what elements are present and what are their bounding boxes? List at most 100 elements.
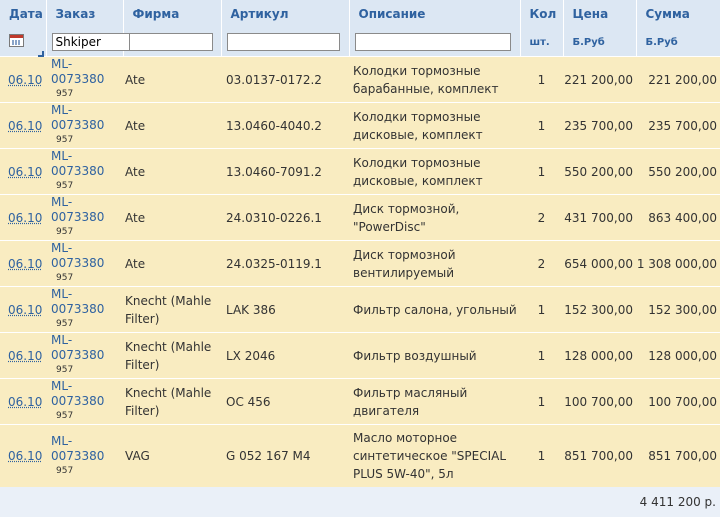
order-link[interactable]: ML-0073380 xyxy=(51,287,123,317)
col-qty-header[interactable]: Кол xyxy=(520,0,564,28)
price-unit: Б.Руб xyxy=(563,28,637,57)
sum-cell: 550 200,00 xyxy=(636,148,720,195)
order-link[interactable]: ML-0073380 xyxy=(51,103,123,133)
qty-cell: 1 xyxy=(520,424,563,487)
sort-arrow-icon[interactable] xyxy=(38,51,44,57)
date-link[interactable]: 06.10 xyxy=(8,449,42,463)
qty-cell: 1 xyxy=(520,148,563,195)
price-cell: 235 700,00 xyxy=(563,102,636,149)
sum-cell: 221 200,00 xyxy=(636,56,720,103)
qty-cell: 2 xyxy=(520,240,563,287)
qty-cell: 1 xyxy=(520,286,563,333)
firm-filter-input[interactable] xyxy=(128,33,213,51)
order-filter-input[interactable] xyxy=(51,33,136,51)
firm-cell: Ate xyxy=(123,56,221,103)
description-cell: Диск тормозной вентилируемый xyxy=(349,240,520,287)
price-cell: 221 200,00 xyxy=(563,56,636,103)
sum-cell: 128 000,00 xyxy=(636,332,720,379)
col-desc-header[interactable]: Описание xyxy=(349,0,521,28)
price-cell: 550 200,00 xyxy=(563,148,636,195)
order-link[interactable]: ML-0073380 xyxy=(51,434,123,464)
description-cell: Фильтр воздушный xyxy=(349,332,520,379)
qty-cell: 1 xyxy=(520,56,563,103)
sum-cell: 863 400,00 xyxy=(636,194,720,241)
table-row: 06.10 ML-0073380 957 Ate 03.0137-0172.2 К… xyxy=(0,56,720,103)
sum-cell: 1 308 000,00 xyxy=(636,240,720,287)
firm-cell: Ate xyxy=(123,194,221,241)
description-cell: Фильтр салона, угольный xyxy=(349,286,520,333)
qty-unit: шт. xyxy=(520,28,564,57)
date-link[interactable]: 06.10 xyxy=(8,211,42,225)
order-sub-number: 957 xyxy=(56,319,74,329)
order-link[interactable]: ML-0073380 xyxy=(51,195,123,225)
qty-cell: 1 xyxy=(520,332,563,379)
table-row: 06.10 ML-0073380 957 VAG G 052 167 M4 Мас… xyxy=(0,424,720,487)
description-cell: Масло моторное синтетическое "SPECIAL PL… xyxy=(349,424,520,487)
sum-cell: 851 700,00 xyxy=(636,424,720,487)
firm-cell: Ate xyxy=(123,148,221,195)
table-row: 06.10 ML-0073380 957 Ate 13.0460-7091.2 К… xyxy=(0,148,720,195)
price-cell: 128 000,00 xyxy=(563,332,636,379)
order-link[interactable]: ML-0073380 xyxy=(51,241,123,271)
article-cell: OC 456 xyxy=(221,378,349,425)
firm-cell: Ate xyxy=(123,240,221,287)
table-row: 06.10 ML-0073380 957 Ate 24.0325-0119.1 Д… xyxy=(0,240,720,287)
col-sum-header[interactable]: Сумма xyxy=(636,0,720,28)
date-link[interactable]: 06.10 xyxy=(8,303,42,317)
article-cell: 24.0325-0119.1 xyxy=(221,240,349,287)
table-row: 06.10 ML-0073380 957 Knecht (Mahle Filter… xyxy=(0,286,720,333)
article-cell: 13.0460-4040.2 xyxy=(221,102,349,149)
filter-row: шт. Б.Руб Б.Руб xyxy=(0,28,720,57)
order-link[interactable]: ML-0073380 xyxy=(51,379,123,409)
order-sub-number: 957 xyxy=(56,365,74,375)
order-link[interactable]: ML-0073380 xyxy=(51,57,123,87)
article-cell: LX 2046 xyxy=(221,332,349,379)
col-price-header[interactable]: Цена xyxy=(563,0,637,28)
description-cell: Колодки тормозные дисковые, комплект xyxy=(349,148,520,195)
description-cell: Фильтр масляный двигателя xyxy=(349,378,520,425)
description-filter-input[interactable] xyxy=(354,33,511,51)
col-firm-header[interactable]: Фирма xyxy=(123,0,222,28)
sum-unit: Б.Руб xyxy=(636,28,720,57)
article-cell: 03.0137-0172.2 xyxy=(221,56,349,103)
table-row: 06.10 ML-0073380 957 Knecht (Mahle Filter… xyxy=(0,378,720,425)
col-date-header[interactable]: Дата xyxy=(0,0,47,28)
col-article-header[interactable]: Артикул xyxy=(221,0,350,28)
description-cell: Диск тормозной, "PowerDisc" xyxy=(349,194,520,241)
date-link[interactable]: 06.10 xyxy=(8,119,42,133)
orders-table: Дата Заказ Фирма Артикул Описание Кол Це… xyxy=(0,0,720,517)
table-row: 06.10 ML-0073380 957 Ate 13.0460-4040.2 К… xyxy=(0,102,720,149)
date-link[interactable]: 06.10 xyxy=(8,165,42,179)
price-cell: 851 700,00 xyxy=(563,424,636,487)
order-link[interactable]: ML-0073380 xyxy=(51,149,123,179)
calendar-icon[interactable] xyxy=(9,34,24,47)
firm-cell: Knecht (Mahle Filter) xyxy=(123,332,221,379)
header-row: Дата Заказ Фирма Артикул Описание Кол Це… xyxy=(0,0,720,28)
qty-cell: 1 xyxy=(520,378,563,425)
article-cell: G 052 167 M4 xyxy=(221,424,349,487)
col-order-header[interactable]: Заказ xyxy=(46,0,124,28)
firm-cell: Ate xyxy=(123,102,221,149)
price-cell: 431 700,00 xyxy=(563,194,636,241)
qty-cell: 2 xyxy=(520,194,563,241)
article-filter-input[interactable] xyxy=(226,33,340,51)
order-sub-number: 957 xyxy=(56,273,74,283)
sum-cell: 100 700,00 xyxy=(636,378,720,425)
firm-cell: Knecht (Mahle Filter) xyxy=(123,286,221,333)
article-cell: 24.0310-0226.1 xyxy=(221,194,349,241)
firm-cell: VAG xyxy=(123,424,221,487)
date-link[interactable]: 06.10 xyxy=(8,349,42,363)
firm-cell: Knecht (Mahle Filter) xyxy=(123,378,221,425)
table-row: 06.10 ML-0073380 957 Ate 24.0310-0226.1 Д… xyxy=(0,194,720,241)
order-sub-number: 957 xyxy=(56,181,74,191)
sum-cell: 235 700,00 xyxy=(636,102,720,149)
order-link[interactable]: ML-0073380 xyxy=(51,333,123,363)
order-sub-number: 957 xyxy=(56,135,74,145)
qty-cell: 1 xyxy=(520,102,563,149)
date-link[interactable]: 06.10 xyxy=(8,73,42,87)
date-link[interactable]: 06.10 xyxy=(8,257,42,271)
date-link[interactable]: 06.10 xyxy=(8,395,42,409)
price-cell: 100 700,00 xyxy=(563,378,636,425)
order-sub-number: 957 xyxy=(56,89,74,99)
table-row: 06.10 ML-0073380 957 Knecht (Mahle Filter… xyxy=(0,332,720,379)
